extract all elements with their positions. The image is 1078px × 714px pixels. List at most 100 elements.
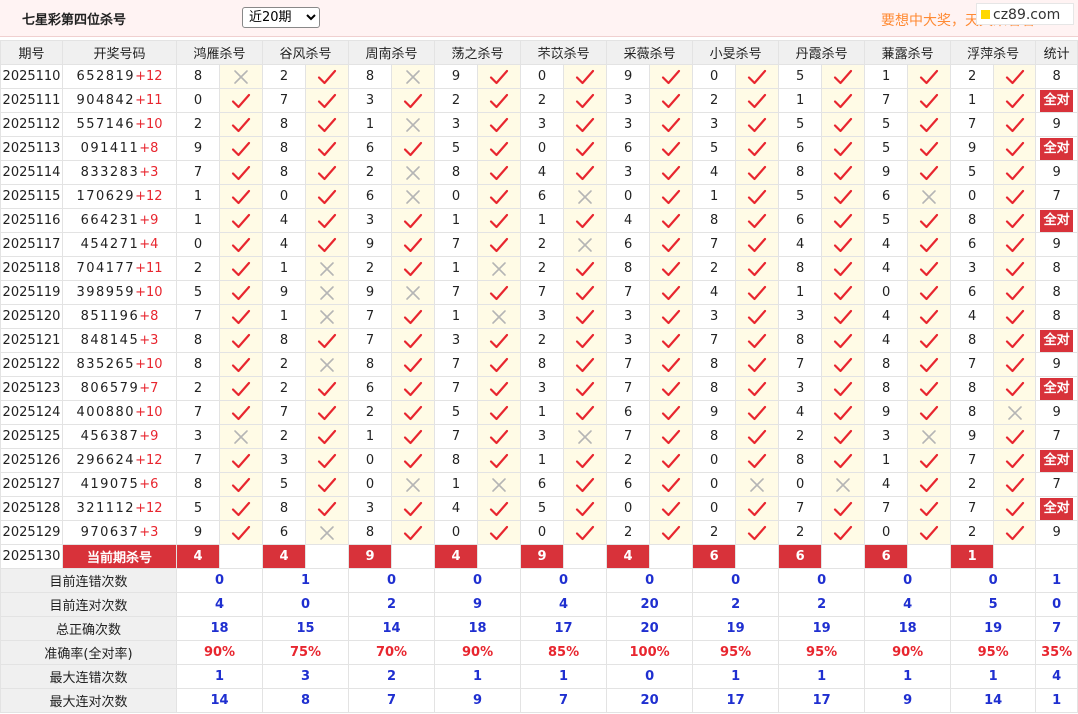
result-mark [218, 136, 264, 161]
current-period-row: 2025130 当前期杀号 4 4 9 4 9 4 6 6 6 1 [0, 544, 1078, 569]
draw-sum: +10 [135, 117, 163, 132]
result-mark [563, 520, 608, 545]
table-row: 2025113 091411+8 9 8 6 5 0 6 5 6 5 9 全对 [0, 136, 1078, 161]
kill-number: 4 [520, 160, 565, 185]
kill-number: 9 [176, 520, 220, 545]
kill-number: 0 [434, 184, 479, 209]
cross-icon [750, 477, 764, 492]
result-mark [477, 232, 522, 257]
kill-number: 2 [692, 88, 737, 113]
kill-number: 5 [520, 496, 565, 521]
result-mark [993, 472, 1037, 497]
check-icon [231, 357, 251, 372]
stats-value: 9 [864, 688, 952, 713]
kill-number: 0 [520, 520, 565, 545]
stats-value: 90% [175, 640, 264, 665]
kill-number: 3 [520, 424, 565, 449]
result-mark [563, 424, 608, 449]
check-icon [317, 381, 337, 396]
check-icon [403, 501, 423, 516]
stats-value: 7 [520, 688, 608, 713]
kill-number: 1 [864, 448, 909, 473]
kill-number: 6 [950, 232, 995, 257]
result-mark [993, 184, 1037, 209]
stats-value: 0 [520, 568, 608, 593]
result-mark [218, 160, 264, 185]
stats-value: 4 [175, 592, 264, 617]
result-mark [563, 352, 608, 377]
current-kill-number: 4 [434, 544, 479, 569]
kill-number: 0 [176, 88, 220, 113]
result-mark [218, 328, 264, 353]
kill-number: 3 [692, 304, 737, 329]
check-icon [920, 165, 939, 180]
draw-digits: 851196 [80, 309, 140, 324]
stats-value: 18 [175, 616, 264, 641]
result-mark [993, 64, 1037, 89]
stats-label: 最大连错次数 [0, 664, 177, 689]
check-icon [661, 285, 681, 300]
result-mark [993, 376, 1037, 401]
result-mark [391, 400, 436, 425]
check-icon [920, 453, 939, 468]
result-mark [907, 184, 952, 209]
kill-number: 1 [262, 304, 307, 329]
logo-text: cz89.com [993, 7, 1061, 23]
stats-value: 0 [950, 568, 1037, 593]
kill-number: 6 [520, 472, 565, 497]
stats-label: 总正确次数 [0, 616, 177, 641]
cross-icon [320, 525, 334, 540]
draw-sum: +10 [135, 357, 163, 372]
kill-number: 7 [434, 424, 479, 449]
stat-cell: 8 [1035, 304, 1078, 329]
result-mark [305, 472, 350, 497]
result-mark [993, 256, 1037, 281]
site-logo[interactable]: cz89.com [976, 3, 1074, 25]
kill-number: 1 [262, 256, 307, 281]
check-icon [747, 309, 767, 324]
kill-number: 3 [864, 424, 909, 449]
result-mark [907, 376, 952, 401]
issue-cell: 2025118 [0, 256, 63, 281]
stats-total: 4 [1035, 664, 1078, 689]
check-icon [1005, 261, 1024, 276]
current-kill-number: 6 [778, 544, 823, 569]
check-icon [834, 117, 853, 132]
result-mark [821, 496, 866, 521]
check-icon [317, 237, 337, 252]
issue-cell: 2025125 [0, 424, 63, 449]
check-icon [747, 429, 767, 444]
kill-number: 0 [692, 472, 737, 497]
result-mark [218, 184, 264, 209]
kill-number: 8 [176, 472, 220, 497]
current-empty-cell [391, 544, 436, 569]
result-mark [563, 400, 608, 425]
kill-number: 5 [864, 112, 909, 137]
check-icon [747, 453, 767, 468]
draw-sum: +3 [139, 525, 159, 540]
kill-number: 9 [864, 400, 909, 425]
result-mark [735, 160, 780, 185]
result-mark [907, 496, 952, 521]
check-icon [834, 429, 853, 444]
result-mark [477, 88, 522, 113]
result-mark [305, 352, 350, 377]
kill-number: 7 [950, 112, 995, 137]
kill-number: 8 [692, 424, 737, 449]
header-expert: 蒹露杀号 [864, 40, 952, 65]
kill-number: 2 [606, 520, 651, 545]
result-mark [391, 448, 436, 473]
result-mark [477, 256, 522, 281]
kill-number: 1 [176, 208, 220, 233]
period-select[interactable]: 近20期 [242, 7, 320, 28]
result-mark [735, 256, 780, 281]
kill-number: 2 [176, 112, 220, 137]
result-mark [477, 208, 522, 233]
check-icon [231, 381, 251, 396]
check-icon [834, 405, 853, 420]
check-icon [231, 405, 251, 420]
result-mark [821, 160, 866, 185]
issue-cell: 2025115 [0, 184, 63, 209]
result-mark [477, 328, 522, 353]
kill-number: 3 [606, 304, 651, 329]
